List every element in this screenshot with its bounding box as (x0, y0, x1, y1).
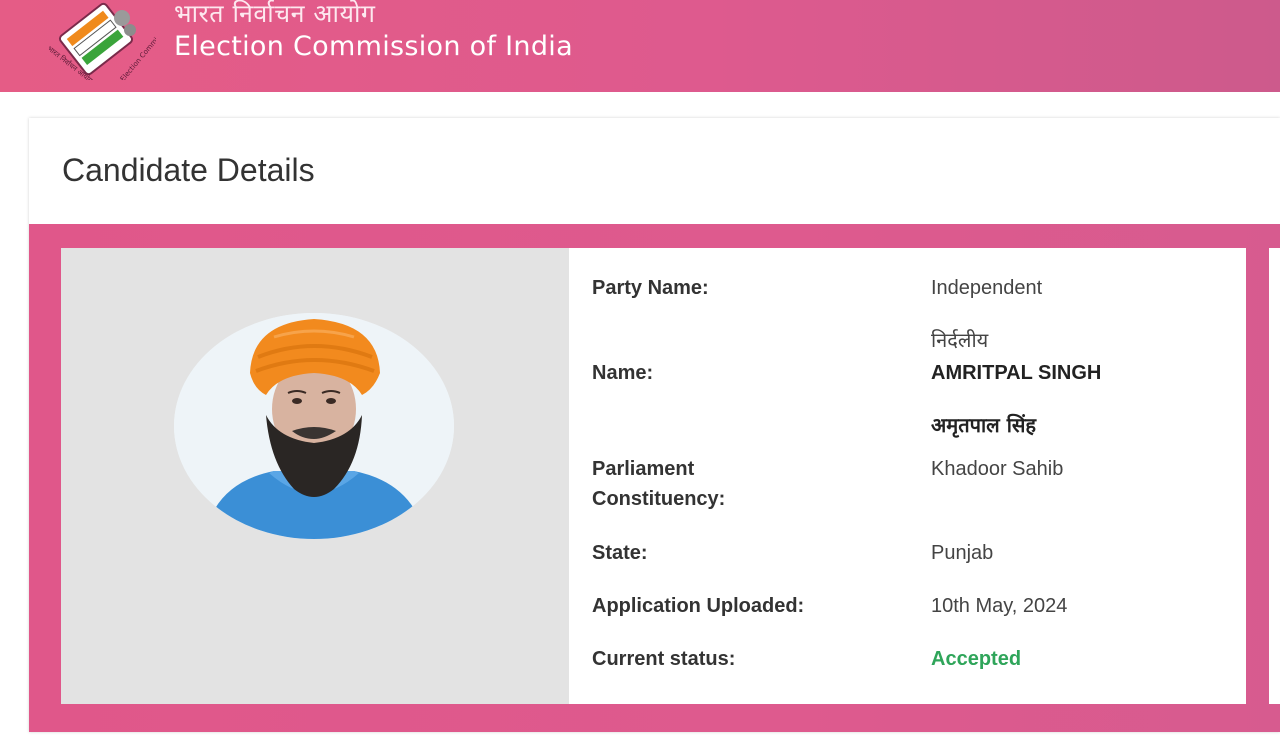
name-value: AMRITPAL SINGH (931, 362, 1102, 384)
constituency-label-line1: Parliament (592, 458, 695, 480)
application-uploaded-value: 10th May, 2024 (931, 595, 1068, 617)
page-title: Candidate Details (62, 152, 315, 188)
status-badge: Accepted (931, 648, 1022, 670)
eci-ballot-logo-icon[interactable]: भारत निर्वाचन आयोग Election Commission o… (38, 0, 190, 85)
header-title-hindi: भारत निर्वाचन आयोग (174, 0, 376, 28)
party-name-value-hindi: निर्दलीय (931, 328, 989, 352)
constituency-label-line2: Constituency: (592, 488, 726, 510)
candidate-photo (174, 313, 454, 539)
photo-panel (61, 248, 569, 704)
candidate-details-panel: Party Name: Independent निर्दलीय Name: A… (569, 248, 1246, 704)
application-uploaded-label: Application Uploaded: (592, 595, 805, 617)
name-value-hindi: अमृतपाल सिंह (931, 413, 1037, 437)
constituency-value: Khadoor Sahib (931, 458, 1064, 480)
party-name-value: Independent (931, 277, 1043, 299)
header-title-english[interactable]: Election Commission of India (174, 31, 573, 62)
candidate-card-body: Party Name: Independent निर्दलीय Name: A… (29, 224, 1280, 732)
name-label: Name: (592, 362, 654, 384)
candidate-details-card: Candidate Details Party Name: Independen… (29, 118, 1280, 732)
next-card-edge (1269, 248, 1280, 704)
current-status-label: Current status: (592, 648, 736, 670)
party-name-label: Party Name: (592, 277, 709, 299)
site-header: भारत निर्वाचन आयोग Election Commission o… (0, 0, 1280, 92)
state-label: State: (592, 542, 648, 564)
state-value: Punjab (931, 542, 994, 564)
